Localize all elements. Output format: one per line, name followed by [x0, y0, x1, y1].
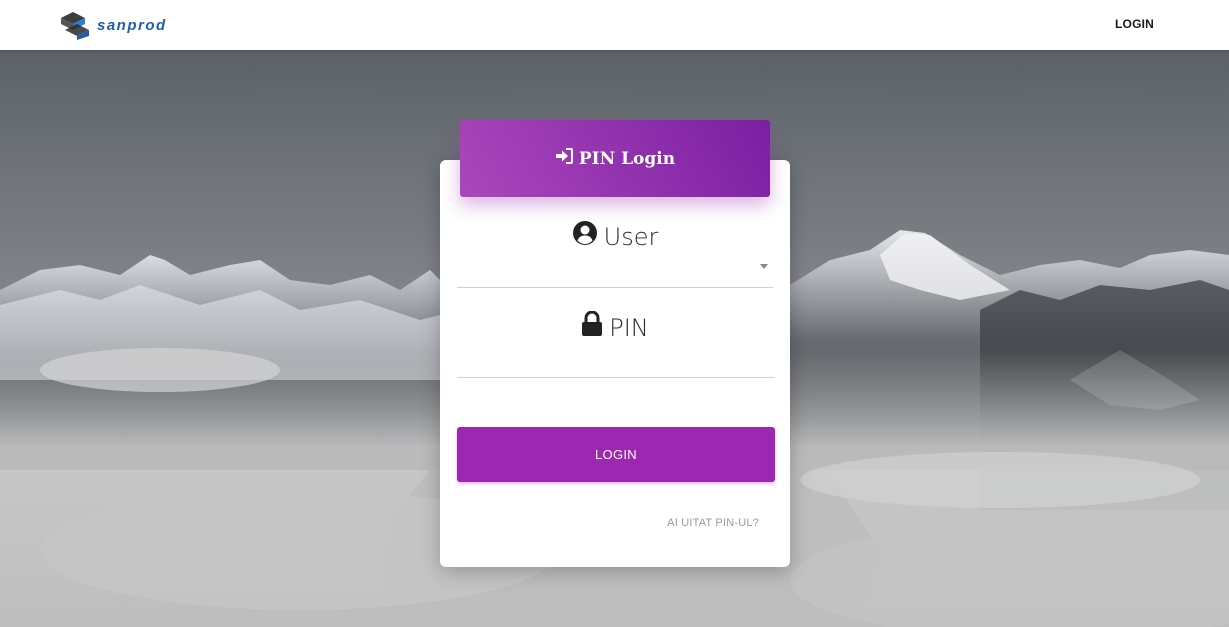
pin-input[interactable]: [457, 340, 775, 376]
top-navbar: sanprod LOGIN: [0, 0, 1229, 50]
user-select-underline: [457, 287, 773, 288]
card-header-title: PIN Login: [578, 148, 676, 169]
forgot-pin-link[interactable]: AI UITAT PIN-UL?: [667, 517, 759, 529]
sign-in-icon: [555, 148, 573, 169]
brand-name: sanprod: [97, 16, 167, 34]
card-header: PIN Login: [460, 120, 770, 197]
sanprod-logo-icon: [59, 10, 91, 40]
user-field-label: User: [440, 220, 790, 253]
login-card: User PIN LOGIN AI UITAT PIN-UL?: [440, 160, 790, 567]
user-select[interactable]: [457, 250, 773, 286]
nav-login-link[interactable]: LOGIN: [1115, 17, 1154, 31]
user-label: User: [603, 222, 659, 251]
brand[interactable]: sanprod: [59, 10, 167, 40]
caret-down-icon: [760, 264, 768, 269]
pin-input-underline: [457, 377, 775, 378]
pin-label: PIN: [609, 313, 649, 342]
login-button[interactable]: LOGIN: [457, 427, 775, 482]
user-circle-icon: [572, 220, 598, 253]
